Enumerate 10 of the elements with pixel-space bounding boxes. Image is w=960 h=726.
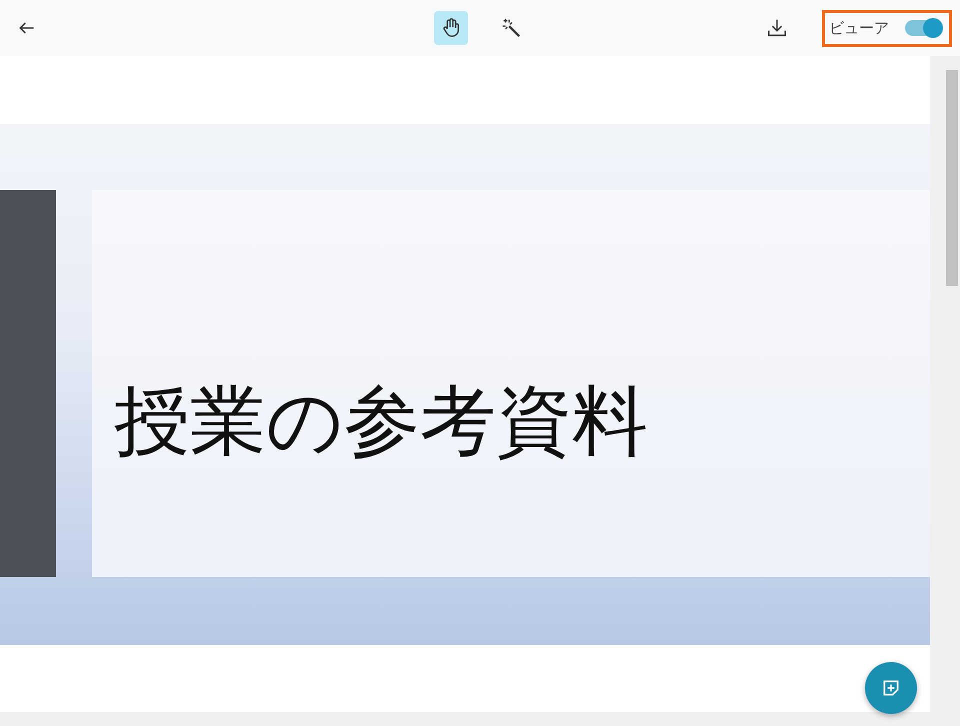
magic-wand-icon (500, 17, 522, 39)
add-note-button[interactable] (865, 662, 917, 714)
tool-button[interactable] (434, 11, 468, 45)
add-note-icon (881, 678, 901, 698)
horizontal-scrollbar[interactable] (0, 712, 960, 726)
slide-title: 授業の参考資料 (114, 375, 648, 467)
viewer-toggle[interactable] (905, 20, 941, 36)
download-icon (766, 17, 788, 39)
scrollbar[interactable] (930, 56, 960, 712)
viewer-label: ビューア (829, 18, 889, 38)
